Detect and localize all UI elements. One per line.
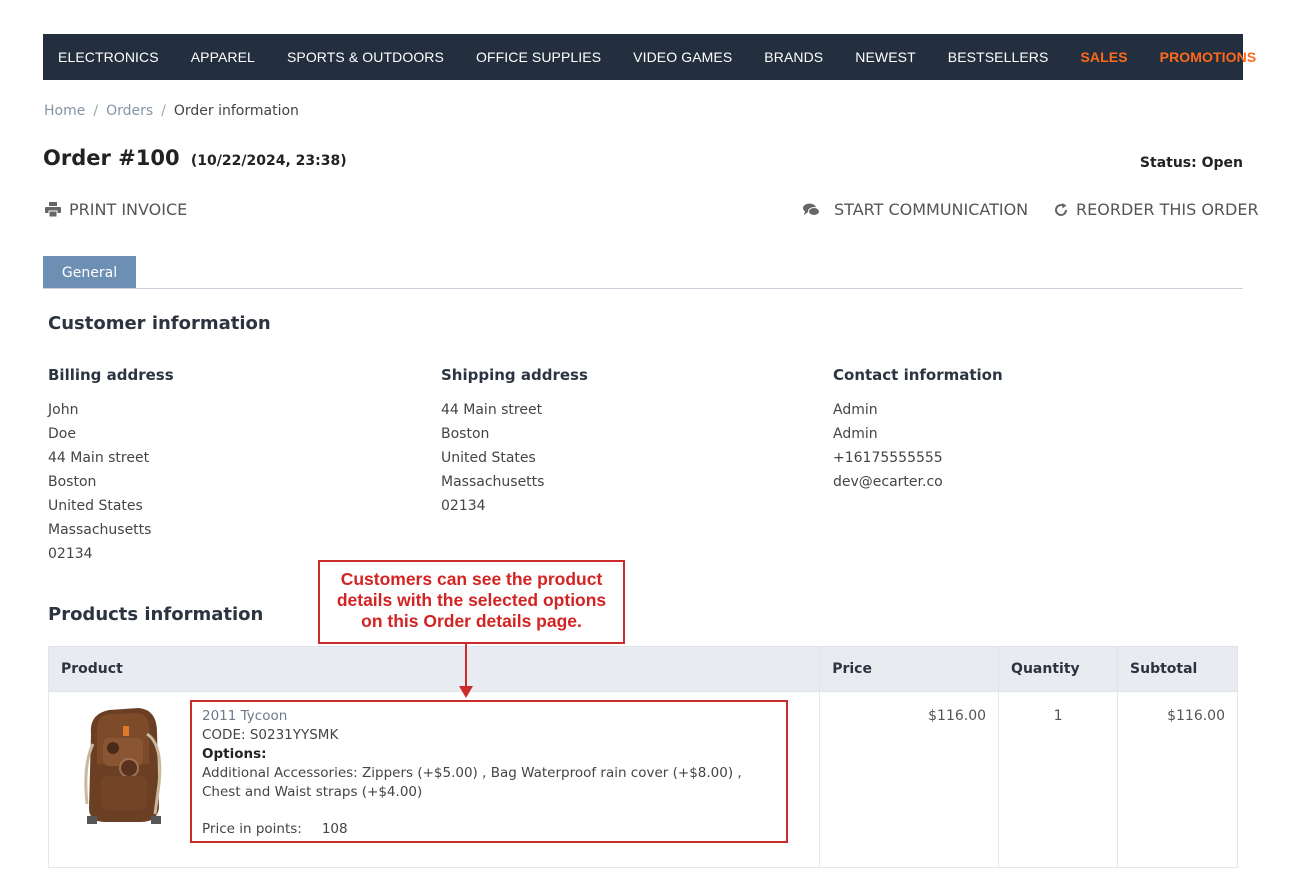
print-invoice-label: PRINT INVOICE bbox=[69, 200, 188, 219]
billing-state: Massachusetts bbox=[48, 522, 152, 538]
billing-city: Boston bbox=[48, 474, 97, 490]
product-image[interactable] bbox=[79, 704, 169, 830]
contact-email: dev@ecarter.co bbox=[833, 474, 943, 490]
table-header-row: Product Price Quantity Subtotal bbox=[47, 646, 1238, 692]
nav-electronics[interactable]: ELECTRONICS bbox=[58, 49, 159, 65]
breadcrumb-home[interactable]: Home bbox=[44, 103, 85, 119]
nav-newest[interactable]: NEWEST bbox=[855, 49, 916, 65]
chat-bubbles-icon bbox=[803, 203, 820, 217]
contact-information: Contact information Admin Admin +1617555… bbox=[833, 366, 1003, 497]
shipping-state: Massachusetts bbox=[441, 474, 545, 490]
nav-sales[interactable]: SALES bbox=[1080, 49, 1127, 65]
reorder-label: REORDER THIS ORDER bbox=[1076, 200, 1259, 219]
column-price: Price bbox=[819, 646, 1000, 692]
nav-sports-outdoors[interactable]: SPORTS & OUTDOORS bbox=[287, 49, 444, 65]
billing-address-title: Billing address bbox=[48, 366, 174, 384]
billing-first-name: John bbox=[48, 402, 79, 418]
start-communication-label: START COMMUNICATION bbox=[834, 200, 1029, 219]
print-invoice-button[interactable]: PRINT INVOICE bbox=[45, 200, 187, 219]
customer-info-heading: Customer information bbox=[48, 313, 271, 334]
product-cell: 2011 Tycoon CODE: S0231YYSMK Options: Ad… bbox=[47, 691, 821, 868]
contact-first-name: Admin bbox=[833, 402, 878, 418]
table-row: 2011 Tycoon CODE: S0231YYSMK Options: Ad… bbox=[47, 691, 1238, 868]
tab-divider bbox=[43, 288, 1243, 289]
breadcrumb-current: Order information bbox=[173, 103, 299, 119]
annotation-arrow-head bbox=[459, 686, 473, 698]
nav-apparel[interactable]: APPAREL bbox=[191, 49, 255, 65]
breadcrumb-separator: / bbox=[161, 103, 166, 119]
nav-office-supplies[interactable]: OFFICE SUPPLIES bbox=[476, 49, 601, 65]
start-communication-button[interactable]: START COMMUNICATION bbox=[803, 200, 1028, 219]
order-number: Order #100 bbox=[43, 146, 180, 170]
product-options-text: Additional Accessories: Zippers (+$5.00)… bbox=[202, 765, 742, 800]
products-info-heading: Products information bbox=[48, 604, 264, 625]
points-value: 108 bbox=[321, 821, 348, 837]
annotation-line-1: Customers can see the product bbox=[340, 569, 603, 589]
nav-brands[interactable]: BRANDS bbox=[764, 49, 823, 65]
annotation-line-2: details with the selected options bbox=[336, 590, 607, 610]
billing-country: United States bbox=[48, 498, 143, 514]
contact-phone: +16175555555 bbox=[833, 450, 943, 466]
billing-last-name: Doe bbox=[48, 426, 76, 442]
product-code: CODE: S0231YYSMK bbox=[202, 727, 339, 743]
billing-zip: 02134 bbox=[48, 546, 93, 562]
product-price: $116.00 bbox=[819, 691, 1000, 868]
column-quantity: Quantity bbox=[998, 646, 1119, 692]
refresh-icon bbox=[1054, 202, 1068, 217]
product-details-highlight: 2011 Tycoon CODE: S0231YYSMK Options: Ad… bbox=[190, 700, 788, 843]
shipping-zip: 02134 bbox=[441, 498, 486, 514]
products-table: Product Price Quantity Subtotal 2011 Tyc… bbox=[47, 646, 1238, 868]
breadcrumb: Home / Orders / Order information bbox=[44, 103, 299, 119]
nav-video-games[interactable]: VIDEO GAMES bbox=[633, 49, 732, 65]
product-points: Price in points: 108 bbox=[202, 820, 776, 839]
order-date: (10/22/2024, 23:38) bbox=[190, 153, 347, 169]
annotation-arrow-line bbox=[465, 644, 467, 690]
printer-icon bbox=[45, 202, 61, 217]
contact-info-title: Contact information bbox=[833, 366, 1003, 384]
shipping-country: United States bbox=[441, 450, 536, 466]
order-status: Status: Open bbox=[1139, 155, 1243, 171]
shipping-address: Shipping address 44 Main street Boston U… bbox=[441, 366, 588, 521]
shipping-address-title: Shipping address bbox=[441, 366, 588, 384]
column-subtotal: Subtotal bbox=[1117, 646, 1238, 692]
breadcrumb-separator: / bbox=[93, 103, 99, 119]
shipping-city: Boston bbox=[441, 426, 490, 442]
billing-street: 44 Main street bbox=[48, 450, 150, 466]
points-label: Price in points: bbox=[202, 821, 302, 837]
shipping-street: 44 Main street bbox=[441, 402, 543, 418]
product-name-link[interactable]: 2011 Tycoon bbox=[202, 707, 776, 726]
annotation-line-3: on this Order details page. bbox=[361, 611, 582, 631]
column-product: Product bbox=[47, 646, 821, 692]
product-quantity: 1 bbox=[998, 691, 1119, 868]
annotation-callout: Customers can see the product details wi… bbox=[318, 560, 625, 644]
tab-general[interactable]: General bbox=[43, 256, 136, 289]
top-navigation: ELECTRONICS APPAREL SPORTS & OUTDOORS OF… bbox=[43, 34, 1256, 80]
breadcrumb-orders[interactable]: Orders bbox=[106, 103, 153, 119]
page-title: Order #100 (10/22/2024, 23:38) bbox=[43, 146, 347, 170]
nav-bestsellers[interactable]: BESTSELLERS bbox=[948, 49, 1049, 65]
contact-last-name: Admin bbox=[833, 426, 878, 442]
nav-promotions[interactable]: PROMOTIONS bbox=[1160, 49, 1257, 65]
billing-address: Billing address John Doe 44 Main street … bbox=[48, 366, 174, 569]
reorder-button[interactable]: REORDER THIS ORDER bbox=[1054, 200, 1259, 219]
product-subtotal: $116.00 bbox=[1117, 691, 1238, 868]
product-options-label: Options: bbox=[202, 746, 267, 762]
